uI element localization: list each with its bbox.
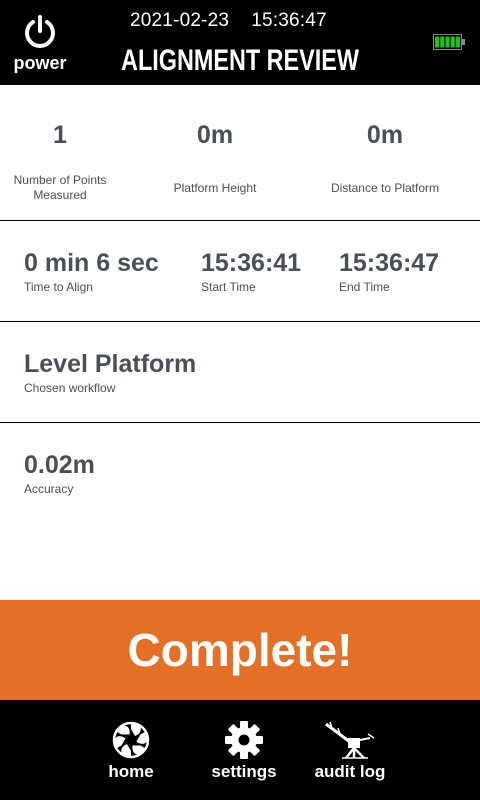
accuracy-value: 0.02m (24, 451, 95, 479)
distance-value: 0m (366, 121, 404, 149)
header-bar: power 2021-02-23 15:36:47 ALIGNMENT REVIE… (0, 0, 480, 85)
bottom-nav: home settings audit log (0, 700, 480, 800)
workflow-section: Level Platform Chosen workflow (0, 322, 480, 423)
gear-icon (225, 721, 263, 759)
duration-value: 0 min 6 sec (24, 249, 159, 277)
start-time-label: Start Time (201, 280, 256, 294)
height-stat: 0m Platform Height (140, 85, 290, 221)
end-time-label: End Time (339, 280, 390, 294)
distance-stat: 0m Distance to Platform (310, 85, 460, 221)
nav-audit-log-label: audit log (314, 762, 386, 781)
time-text: 15:36:47 (251, 10, 327, 31)
turret-icon (325, 721, 375, 759)
date-text: 2021-02-23 (130, 10, 230, 31)
battery-segment (435, 36, 440, 48)
end-time-value: 15:36:47 (339, 249, 440, 277)
duration-label: Time to Align (24, 280, 93, 294)
distance-label: Distance to Platform (330, 181, 440, 195)
nav-home[interactable]: home (96, 720, 166, 790)
battery-segment (445, 36, 450, 48)
nav-home-label: home (108, 762, 154, 781)
workflow-value: Level Platform (24, 350, 197, 378)
workflow-label: Chosen workflow (24, 381, 116, 395)
accuracy-label: Accuracy (24, 482, 74, 496)
page-title: ALIGNMENT REVIEW (121, 44, 359, 77)
battery-segment (440, 36, 445, 48)
height-label: Platform Height (173, 181, 257, 195)
timing-stats: 0 min 6 sec Time to Align 15:36:41 Start… (0, 221, 480, 322)
nav-audit-log[interactable]: audit log (312, 720, 388, 790)
battery-segment (455, 36, 460, 48)
complete-button[interactable]: Complete! (0, 600, 480, 700)
points-label: Number of Points Measured (13, 173, 107, 202)
battery-segment (450, 36, 455, 48)
accuracy-section: 0.02m Accuracy (0, 423, 480, 600)
height-value: 0m (196, 121, 234, 149)
points-stat: 1 Number of Points Measured (0, 85, 120, 221)
aperture-icon (112, 721, 150, 759)
nav-settings-label: settings (211, 762, 277, 781)
nav-settings[interactable]: settings (204, 720, 284, 790)
measurement-stats: 1 Number of Points Measured 0m Platform … (0, 85, 480, 221)
start-time-value: 15:36:41 (201, 249, 302, 277)
points-value: 1 (53, 121, 67, 149)
datetime: 2021-02-23 15:36:47 (130, 10, 327, 32)
battery-icon (433, 34, 465, 50)
